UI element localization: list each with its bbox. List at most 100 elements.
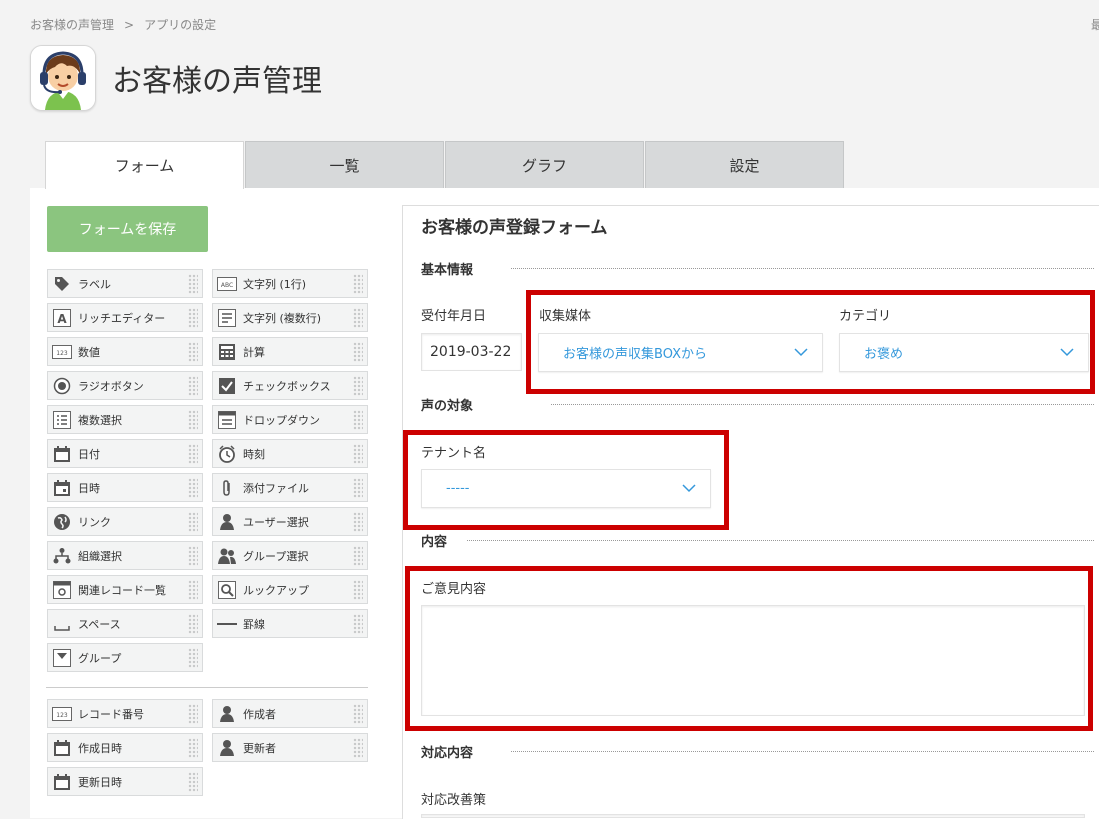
drag-handle-icon[interactable] bbox=[188, 647, 198, 668]
abc-text-icon: ABC bbox=[217, 274, 237, 294]
system-palette-item-label: レコード番号 bbox=[78, 707, 144, 721]
palette-item[interactable]: 123 数値 bbox=[47, 337, 203, 366]
system-palette-item-label: 更新日時 bbox=[78, 775, 122, 789]
system-palette-item[interactable]: 更新日時 bbox=[47, 767, 203, 796]
palette-item[interactable]: 時刻 bbox=[212, 439, 368, 468]
globe-icon bbox=[52, 512, 72, 532]
palette-item-label: ラジオボタン bbox=[78, 379, 144, 393]
drag-handle-icon[interactable] bbox=[353, 477, 363, 498]
user-icon bbox=[217, 512, 237, 532]
drag-handle-icon[interactable] bbox=[353, 511, 363, 532]
palette-item[interactable]: 組織選択 bbox=[47, 541, 203, 570]
drag-handle-icon[interactable] bbox=[353, 579, 363, 600]
palette-item[interactable]: ABC 文字列 (1行) bbox=[212, 269, 368, 298]
palette-item[interactable]: グループ bbox=[47, 643, 203, 672]
drag-handle-icon[interactable] bbox=[353, 409, 363, 430]
space-icon bbox=[52, 614, 72, 634]
svg-text:123: 123 bbox=[56, 712, 68, 719]
drag-handle-icon[interactable] bbox=[353, 273, 363, 294]
palette-item[interactable]: スペース bbox=[47, 609, 203, 638]
palette-item-label: 文字列 (1行) bbox=[243, 277, 307, 291]
clock-icon bbox=[217, 444, 237, 464]
drag-handle-icon[interactable] bbox=[353, 737, 363, 758]
tab-settings[interactable]: 設定 bbox=[645, 141, 844, 188]
drag-handle-icon[interactable] bbox=[188, 307, 198, 328]
drag-handle-icon[interactable] bbox=[188, 703, 198, 724]
palette-item[interactable]: 複数選択 bbox=[47, 405, 203, 434]
palette-item[interactable]: 計算 bbox=[212, 337, 368, 366]
multi-select-icon bbox=[52, 410, 72, 430]
drag-handle-icon[interactable] bbox=[188, 579, 198, 600]
save-form-button[interactable]: フォームを保存 bbox=[47, 206, 208, 252]
drag-handle-icon[interactable] bbox=[188, 375, 198, 396]
palette-item[interactable]: ルックアップ bbox=[212, 575, 368, 604]
palette-item-label: ルックアップ bbox=[243, 583, 309, 597]
breadcrumb: お客様の声管理 > アプリの設定 bbox=[30, 16, 216, 33]
drag-handle-icon[interactable] bbox=[188, 443, 198, 464]
form-title: お客様の声登録フォーム bbox=[421, 218, 608, 238]
palette-item[interactable]: 文字列 (複数行) bbox=[212, 303, 368, 332]
paperclip-icon bbox=[217, 478, 237, 498]
related-records-icon bbox=[52, 580, 72, 600]
drag-handle-icon[interactable] bbox=[353, 307, 363, 328]
drag-handle-icon[interactable] bbox=[353, 545, 363, 566]
page-title: お客様の声管理 bbox=[112, 64, 322, 99]
palette-item-label: チェックボックス bbox=[243, 379, 331, 393]
palette-item-label: 関連レコード一覧 bbox=[78, 583, 166, 597]
palette-item[interactable]: チェックボックス bbox=[212, 371, 368, 400]
system-palette-item-label: 更新者 bbox=[243, 741, 276, 755]
palette-item[interactable]: 日時 bbox=[47, 473, 203, 502]
dropdown-icon bbox=[217, 410, 237, 430]
tab-list[interactable]: 一覧 bbox=[245, 141, 444, 188]
palette-item[interactable]: A リッチエディター bbox=[47, 303, 203, 332]
drag-handle-icon[interactable] bbox=[188, 273, 198, 294]
drag-handle-icon[interactable] bbox=[188, 771, 198, 792]
section-label-content: 内容 bbox=[421, 535, 448, 550]
palette-item-label: 添付ファイル bbox=[243, 481, 309, 495]
drag-handle-icon[interactable] bbox=[353, 341, 363, 362]
palette-item[interactable]: 関連レコード一覧 bbox=[47, 575, 203, 604]
breadcrumb-app-link[interactable]: お客様の声管理 bbox=[30, 18, 114, 32]
drag-handle-icon[interactable] bbox=[188, 737, 198, 758]
tab-graph[interactable]: グラフ bbox=[445, 141, 644, 188]
drag-handle-icon[interactable] bbox=[353, 613, 363, 634]
palette-item-label: ラベル bbox=[78, 277, 111, 291]
tab-form[interactable]: フォーム bbox=[45, 141, 244, 189]
palette-item[interactable]: ユーザー選択 bbox=[212, 507, 368, 536]
drag-handle-icon[interactable] bbox=[353, 443, 363, 464]
palette-item[interactable]: 日付 bbox=[47, 439, 203, 468]
highlight-box-media-category bbox=[526, 290, 1095, 394]
line-icon bbox=[217, 614, 237, 634]
drag-handle-icon[interactable] bbox=[353, 703, 363, 724]
calendar-icon bbox=[52, 772, 72, 792]
system-palette-item[interactable]: 作成者 bbox=[212, 699, 368, 728]
palette-item-label: 数値 bbox=[78, 345, 100, 359]
drag-handle-icon[interactable] bbox=[188, 341, 198, 362]
date-input[interactable]: 2019-03-22 bbox=[421, 333, 522, 371]
group-field-icon bbox=[52, 648, 72, 668]
system-palette-item[interactable]: 作成日時 bbox=[47, 733, 203, 762]
drag-handle-icon[interactable] bbox=[188, 511, 198, 532]
palette-item-label: リッチエディター bbox=[78, 311, 166, 325]
section-divider bbox=[467, 540, 1094, 541]
drag-handle-icon[interactable] bbox=[188, 409, 198, 430]
palette-item-label: ドロップダウン bbox=[243, 413, 320, 427]
palette-item[interactable]: ドロップダウン bbox=[212, 405, 368, 434]
palette-item[interactable]: グループ選択 bbox=[212, 541, 368, 570]
drag-handle-icon[interactable] bbox=[188, 613, 198, 634]
system-palette-item[interactable]: 更新者 bbox=[212, 733, 368, 762]
drag-handle-icon[interactable] bbox=[188, 545, 198, 566]
drag-handle-icon[interactable] bbox=[353, 375, 363, 396]
app-icon bbox=[30, 45, 96, 111]
palette-item[interactable]: 添付ファイル bbox=[212, 473, 368, 502]
drag-handle-icon[interactable] bbox=[188, 477, 198, 498]
header-right-text[interactable]: 最 bbox=[1091, 16, 1099, 33]
calendar-icon bbox=[52, 738, 72, 758]
system-palette-item[interactable]: 123 レコード番号 bbox=[47, 699, 203, 728]
palette-item[interactable]: 罫線 bbox=[212, 609, 368, 638]
palette-item[interactable]: ラベル bbox=[47, 269, 203, 298]
palette-item[interactable]: ラジオボタン bbox=[47, 371, 203, 400]
palette-item[interactable]: リンク bbox=[47, 507, 203, 536]
calendar-icon bbox=[52, 444, 72, 464]
improvement-textarea[interactable] bbox=[421, 814, 1085, 818]
